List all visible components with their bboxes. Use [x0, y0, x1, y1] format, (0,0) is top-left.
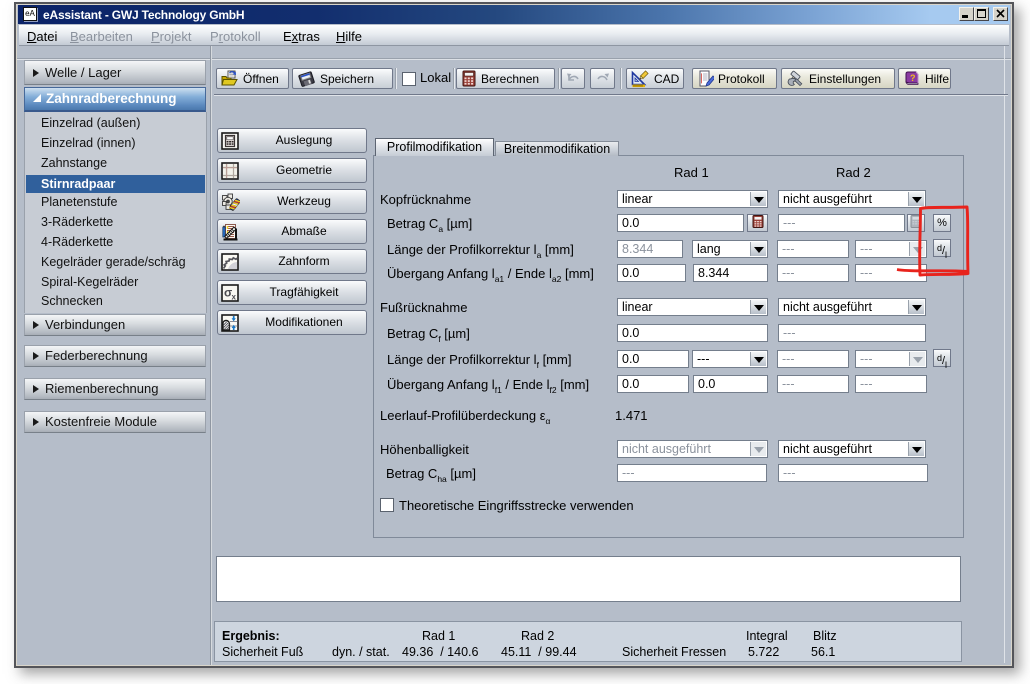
svg-text:x: x: [232, 293, 237, 302]
svg-text:?: ?: [910, 73, 916, 83]
